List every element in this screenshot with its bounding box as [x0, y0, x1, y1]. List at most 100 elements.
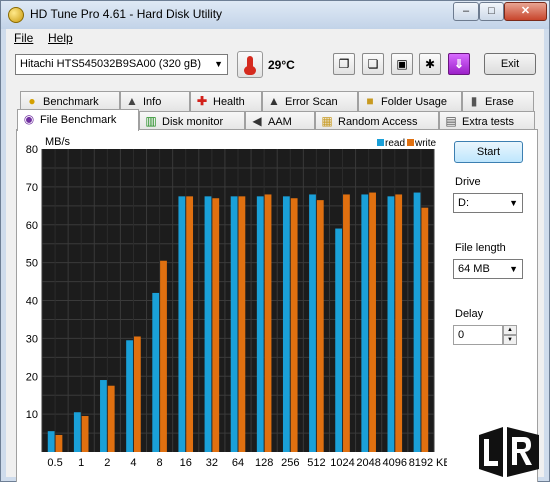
bar-read: [282, 196, 290, 452]
x-tick-label: 1: [78, 457, 84, 469]
tab-aam[interactable]: ◀ AAM: [245, 111, 315, 131]
bar-read: [178, 196, 186, 452]
close-button[interactable]: ✕: [504, 2, 547, 21]
app-window: HD Tune Pro 4.61 - Hard Disk Utility – □…: [0, 0, 550, 482]
bar-read: [47, 431, 55, 452]
tab-error-scan-label: Error Scan: [285, 96, 338, 108]
bar-write: [107, 385, 115, 452]
copy-info-button[interactable]: ❏: [362, 53, 384, 75]
x-tick-label: 0.5: [47, 457, 62, 469]
tab-extra-tests[interactable]: ▤ Extra tests: [439, 111, 535, 131]
bar-write: [55, 434, 63, 452]
bar-write: [395, 194, 403, 452]
start-button[interactable]: Start: [454, 141, 523, 163]
window-title: HD Tune Pro 4.61 - Hard Disk Utility: [30, 7, 223, 21]
bar-read: [100, 380, 107, 452]
client-area: File Help Hitachi HTS545032B9SA00 (320 g…: [6, 29, 544, 482]
bar-write: [238, 196, 246, 452]
save-icon: ▣: [396, 57, 408, 71]
tab-erase[interactable]: ▮ Erase: [462, 91, 534, 111]
x-tick-label: 32: [206, 457, 218, 469]
title-bar[interactable]: HD Tune Pro 4.61 - Hard Disk Utility – □…: [1, 1, 549, 29]
exit-button[interactable]: Exit: [484, 53, 536, 75]
drive-letter-value: D:: [458, 197, 469, 209]
info-icon: ▲: [126, 94, 138, 108]
download-button[interactable]: ⇓: [448, 53, 470, 75]
x-tick-label: 2048: [356, 457, 380, 469]
folder-icon: ■: [366, 94, 374, 108]
y-tick-label: 10: [26, 409, 38, 421]
app-logo-icon: [8, 7, 24, 23]
chart-icon: ▥: [145, 114, 157, 128]
options-icon: ✱: [424, 57, 436, 71]
delay-input[interactable]: 0: [453, 325, 503, 345]
tab-info-label: Info: [143, 96, 162, 108]
bar-write: [264, 194, 272, 452]
options-button[interactable]: ✱: [419, 53, 441, 75]
bar-read: [126, 340, 133, 452]
copy-text-icon: ❐: [338, 57, 350, 71]
bar-read: [152, 292, 160, 452]
y-tick-label: 70: [26, 182, 38, 194]
drive-select[interactable]: Hitachi HTS545032B9SA00 (320 gB) ▼: [15, 54, 228, 75]
y-tick-label: 80: [26, 144, 38, 156]
x-tick-label: 128: [255, 457, 273, 469]
bar-write: [369, 192, 376, 452]
legend-label-write: write: [414, 138, 437, 149]
minimize-button[interactable]: –: [453, 2, 479, 21]
copy-text-button[interactable]: ❐: [333, 53, 355, 75]
error-scan-icon: ▲: [268, 94, 280, 108]
x-tick-label: 16: [180, 457, 192, 469]
bar-write: [421, 207, 429, 452]
speaker-icon: ◀: [252, 114, 262, 128]
tab-health-label: Health: [213, 96, 245, 108]
x-tick-label: 1024: [330, 457, 354, 469]
legend-swatch-read: [377, 139, 384, 146]
benchmark-chart: 10 20 30 40 50 60 70 80 MB/s read write 0.5 1 2 4 8 16 32…: [26, 136, 447, 469]
menu-help[interactable]: Help: [48, 31, 73, 45]
menu-file[interactable]: File: [14, 31, 33, 45]
x-tick-label: 4: [130, 457, 136, 469]
random-access-icon: ▦: [321, 114, 333, 128]
file-benchmark-panel: 10 20 30 40 50 60 70 80 MB/s read write 0.5 1 2 4 8 16 32…: [16, 129, 538, 482]
x-tick-label: 256: [281, 457, 299, 469]
trash-icon: ▮: [470, 94, 478, 108]
file-length-select[interactable]: 64 MB ▼: [453, 259, 523, 279]
tab-disk-monitor[interactable]: ▥ Disk monitor: [139, 111, 245, 131]
chevron-down-icon: ▼: [509, 264, 518, 274]
delay-label: Delay: [455, 308, 484, 320]
tab-random-access[interactable]: ▦ Random Access: [315, 111, 439, 131]
tab-folder-usage[interactable]: ■ Folder Usage: [358, 91, 462, 111]
extra-tests-icon: ▤: [445, 114, 457, 128]
y-tick-label: 20: [26, 371, 38, 383]
x-tick-label: 8: [157, 457, 163, 469]
file-benchmark-icon: ◉: [23, 112, 35, 126]
x-tick-label: 512: [307, 457, 325, 469]
drive-letter-select[interactable]: D: ▼: [453, 193, 523, 213]
tab-folder-usage-label: Folder Usage: [381, 96, 448, 108]
maximize-button[interactable]: □: [479, 2, 504, 21]
copy-info-icon: ❏: [367, 57, 379, 71]
delay-up-button[interactable]: ▲: [503, 325, 517, 335]
bar-read: [309, 194, 316, 452]
tab-error-scan[interactable]: ▲ Error Scan: [262, 91, 358, 111]
bar-write: [81, 416, 89, 452]
chevron-down-icon: ▼: [214, 59, 223, 69]
menu-bar: File Help: [6, 29, 544, 47]
bar-write: [290, 198, 298, 452]
chevron-up-icon: ▲: [507, 327, 513, 333]
save-button[interactable]: ▣: [391, 53, 413, 75]
tab-info[interactable]: ▲ Info: [120, 91, 190, 111]
thermometer-icon[interactable]: [237, 51, 263, 78]
bar-write: [316, 200, 324, 452]
bar-write: [343, 194, 350, 452]
y-tick-label: 40: [26, 296, 38, 308]
x-tick-label: 64: [232, 457, 244, 469]
file-length-value: 64 MB: [458, 263, 490, 275]
tab-benchmark[interactable]: ● Benchmark: [20, 91, 120, 111]
tab-file-benchmark[interactable]: ◉ File Benchmark: [17, 109, 139, 131]
tab-erase-label: Erase: [485, 96, 514, 108]
delay-down-button[interactable]: ▼: [503, 335, 517, 345]
tab-health[interactable]: ✚ Health: [190, 91, 262, 111]
menu-file-label: File: [14, 31, 34, 45]
